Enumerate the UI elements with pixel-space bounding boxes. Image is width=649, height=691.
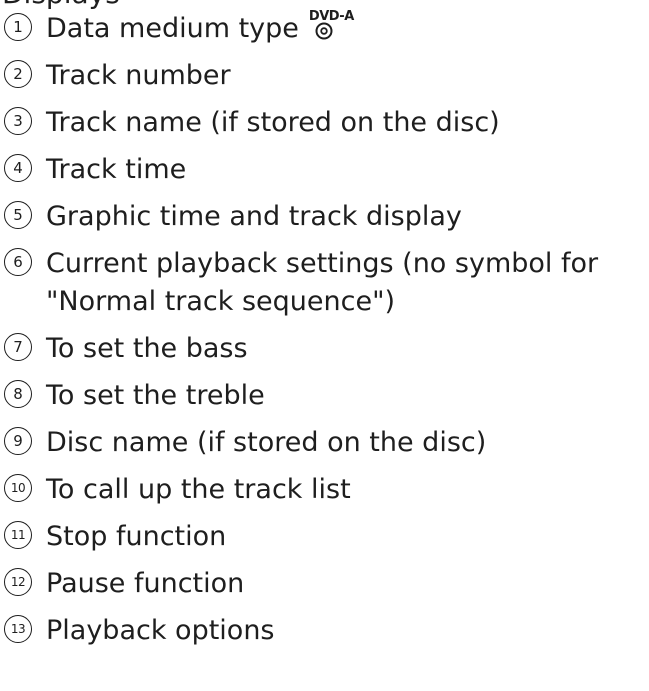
dvd-audio-disc-icon: DVD-A	[309, 10, 354, 44]
legend-item-3: 3 Track name (if stored on the disc)	[0, 104, 649, 142]
legend-item-2-text: Track number	[46, 60, 231, 91]
callout-number-2: 2	[4, 60, 32, 88]
legend-item-4: 4 Track time	[0, 151, 649, 189]
legend-page: Displays 1 Data medium typeDVD-A 2 Track…	[0, 0, 649, 691]
legend-item-11: 11 Stop function	[0, 518, 649, 556]
callout-number-7: 7	[4, 333, 32, 361]
callout-number-13: 13	[4, 615, 32, 643]
legend-item-8-text: To set the treble	[46, 380, 265, 411]
legend-item-9: 9 Disc name (if stored on the disc)	[0, 424, 649, 462]
callout-number-11: 11	[4, 521, 32, 549]
legend-item-2: 2 Track number	[0, 57, 649, 95]
legend-item-6-line-2: "Normal track sequence")	[46, 286, 396, 317]
callout-number-1: 1	[4, 13, 32, 41]
legend-item-1: 1 Data medium type DVD-A	[0, 10, 649, 48]
legend-item-10: 10 To call up the track list	[0, 471, 649, 509]
legend-item-6: 6 Current playback settings (no symbol f…	[0, 245, 649, 321]
legend-item-9-text: Disc name (if stored on the disc)	[46, 427, 487, 458]
legend-item-13-text: Playback options	[46, 615, 275, 646]
disc-icon	[315, 22, 333, 40]
legend-item-6-line-1: Current playback settings (no symbol for	[46, 248, 599, 279]
callout-number-9: 9	[4, 427, 32, 455]
callout-number-3: 3	[4, 107, 32, 135]
legend-item-8: 8 To set the treble	[0, 377, 649, 415]
legend-item-1-label: Data medium type	[46, 13, 299, 44]
callout-number-8: 8	[4, 380, 32, 408]
legend-item-4-text: Track time	[46, 154, 187, 185]
legend-item-11-text: Stop function	[46, 521, 227, 552]
legend-item-5: 5 Graphic time and track display	[0, 198, 649, 236]
legend-item-7-text: To set the bass	[46, 333, 248, 364]
legend-item-12: 12 Pause function	[0, 565, 649, 603]
callout-number-4: 4	[4, 154, 32, 182]
legend-item-7: 7 To set the bass	[0, 330, 649, 368]
legend-item-3-text: Track name (if stored on the disc)	[46, 107, 500, 138]
legend-item-13: 13 Playback options	[0, 612, 649, 650]
callout-number-6: 6	[4, 248, 32, 276]
legend-item-5-text: Graphic time and track display	[46, 201, 462, 232]
callout-number-10: 10	[4, 474, 32, 502]
legend-item-1-text: Data medium type DVD-A	[46, 10, 354, 48]
legend-item-12-text: Pause function	[46, 568, 245, 599]
callout-number-5: 5	[4, 201, 32, 229]
legend-item-6-text: Current playback settings (no symbol for…	[46, 245, 598, 321]
callout-number-12: 12	[4, 568, 32, 596]
legend-item-10-text: To call up the track list	[46, 474, 351, 505]
